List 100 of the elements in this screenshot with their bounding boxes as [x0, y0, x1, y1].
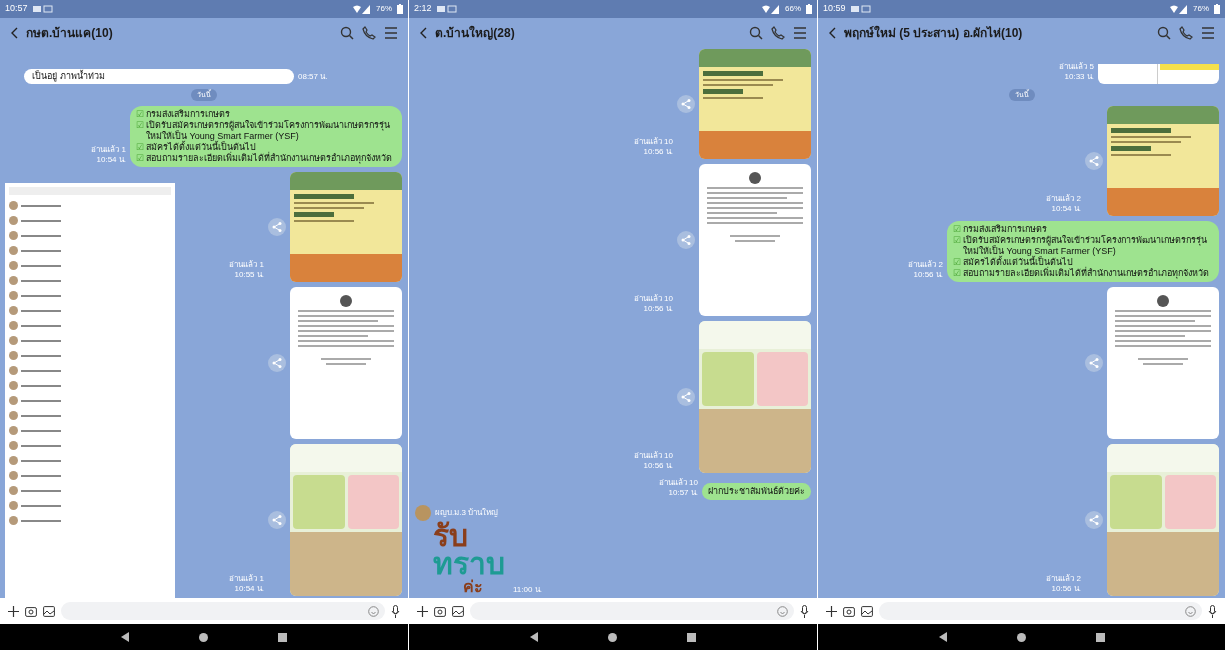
signal-icon — [353, 4, 371, 14]
status-time: 10:57 — [5, 2, 28, 16]
status-time: 10:59 — [823, 2, 846, 16]
home-icon[interactable] — [1016, 632, 1026, 642]
plus-icon[interactable] — [8, 605, 19, 617]
battery-icon — [397, 4, 403, 14]
back-icon[interactable] — [121, 632, 129, 642]
phone-icon[interactable] — [1179, 26, 1193, 40]
menu-icon[interactable] — [1201, 27, 1215, 39]
message-time: 10:54 น. — [234, 584, 264, 594]
recents-icon[interactable] — [1095, 632, 1105, 642]
recents-icon[interactable] — [687, 632, 696, 642]
battery-icon — [1214, 4, 1220, 14]
recents-icon[interactable] — [278, 632, 287, 642]
image-icon[interactable] — [452, 605, 464, 617]
check-icon: ☑ — [136, 153, 144, 164]
read-receipt: อ่านแล้ว 1 — [91, 145, 126, 155]
sticker-text: ทราบ — [433, 550, 505, 578]
status-time: 2:12 — [414, 2, 432, 16]
search-icon[interactable] — [1157, 26, 1171, 40]
battery-level: 76% — [376, 3, 392, 15]
message-line: สมัครได้ตั้งแต่วันนี้เป็นต้นไป — [146, 142, 256, 152]
message-time: 10:56 น. — [643, 304, 673, 314]
battery-icon — [806, 4, 812, 14]
battery-level: 66% — [785, 3, 801, 15]
read-receipt: อ่านแล้ว 10 — [633, 451, 673, 461]
read-receipt: อ่านแล้ว 2 — [1046, 574, 1081, 584]
message-time: 10:56 น. — [643, 147, 673, 157]
chat-title: กษต.บ้านแค(10) — [26, 25, 113, 42]
read-receipt: อ่านแล้ว 10 — [633, 294, 673, 304]
read-receipt: อ่านแล้ว 5 — [1059, 61, 1094, 72]
battery-level: 76% — [1193, 3, 1209, 15]
image-icon[interactable] — [861, 605, 873, 617]
message-time: 08:57 น. — [298, 71, 328, 82]
read-receipt: อ่านแล้ว 1 — [229, 574, 264, 584]
message-time: 10:56 น. — [643, 461, 673, 471]
read-receipt: อ่านแล้ว 2 — [908, 260, 943, 270]
message-line: สมัครได้ตั้งแต่วันนี้เป็นต้นไป — [963, 257, 1073, 267]
phone-icon[interactable] — [362, 26, 376, 40]
message-time: 10:55 น. — [234, 270, 264, 280]
notification-icons — [850, 5, 871, 13]
sticker-text: ค่ะ — [462, 578, 484, 596]
read-receipt: อ่านแล้ว 10 — [658, 478, 698, 488]
check-icon: ☑ — [136, 109, 144, 120]
message-input[interactable] — [61, 602, 385, 620]
message-line: เปิดรับสมัครเกษตรกรผู้สนใจเข้าร่วมโครงการพัฒนาเกษตรกรรุ่นใหม่ให้เป็น Young Smart Farmer (YSF) — [963, 235, 1208, 256]
message-time: 11:00 น. — [513, 584, 542, 596]
check-icon: ☑ — [136, 120, 144, 131]
chat-title: พฤกษ์ใหม่ (5 ประสาน) อ.ผักไห่(10) — [844, 24, 1023, 42]
message-line: สอบถามรายละเอียดเพิ่มเติมได้ที่สำนักงานเกษตรอำเภอทุกจังหวัด — [146, 153, 392, 164]
message-time: 10:54 น. — [1051, 204, 1081, 214]
message-text: ฝากประชาสัมพันธ์ด้วยค่ะ — [708, 486, 805, 496]
message-line: กรมส่งเสริมการเกษตร — [146, 109, 230, 120]
back-icon[interactable] — [530, 632, 538, 642]
microphone-icon[interactable] — [1208, 604, 1217, 618]
chat-title: ต.บ้านใหญ่(28) — [435, 24, 515, 42]
message-line: เปิดรับสมัครเกษตรกรผู้สนใจเข้าร่วมโครงการพัฒนาเกษตรกรรุ่นใหม่ให้เป็น Young Smart Farmer (YSF) — [146, 120, 391, 141]
camera-icon[interactable] — [843, 605, 855, 617]
read-receipt: อ่านแล้ว 2 — [1046, 194, 1081, 204]
sticker-text: รับ — [433, 522, 469, 550]
check-icon: ☑ — [953, 224, 961, 235]
microphone-icon[interactable] — [391, 604, 400, 618]
poster-image[interactable] — [290, 172, 402, 282]
poster-image[interactable] — [1107, 106, 1219, 216]
back-icon[interactable] — [419, 27, 427, 39]
plus-icon[interactable] — [826, 605, 837, 617]
search-icon[interactable] — [749, 26, 763, 40]
message-time: 10:56 น. — [1051, 584, 1081, 594]
back-icon[interactable] — [938, 632, 947, 642]
check-icon: ☑ — [953, 268, 961, 279]
message-line: สอบถามรายละเอียดเพิ่มเติมได้ที่สำนักงานเกษตรอำเภอทุกจังหวัด — [963, 268, 1209, 279]
message-time: 10:33 น. — [1064, 71, 1094, 82]
sender-name: ผญบ.ม.3 บ้านใหญ่ — [435, 507, 499, 519]
check-icon: ☑ — [953, 235, 961, 246]
poster-image[interactable] — [699, 49, 811, 159]
signal-icon — [1170, 4, 1188, 14]
message-input[interactable] — [879, 602, 1202, 620]
check-icon: ☑ — [953, 257, 961, 268]
phone-icon[interactable] — [771, 26, 785, 40]
notification-icons — [32, 5, 53, 13]
search-icon[interactable] — [340, 26, 354, 40]
back-icon[interactable] — [10, 27, 18, 39]
menu-icon[interactable] — [384, 27, 398, 39]
home-icon[interactable] — [199, 632, 208, 642]
signal-icon — [762, 4, 780, 14]
image-icon[interactable] — [43, 605, 55, 617]
screenshot-image[interactable] — [5, 183, 175, 598]
microphone-icon[interactable] — [800, 604, 809, 618]
menu-icon[interactable] — [793, 27, 807, 39]
read-receipt: อ่านแล้ว 10 — [633, 137, 673, 147]
camera-icon[interactable] — [25, 605, 37, 617]
camera-icon[interactable] — [434, 605, 446, 617]
message-time: 10:56 น. — [913, 270, 943, 280]
message-text: เป็นอยู่ ภาพน้ำท่วม — [32, 70, 105, 81]
read-receipt: อ่านแล้ว 1 — [229, 260, 264, 270]
message-input[interactable] — [470, 602, 794, 620]
plus-icon[interactable] — [417, 605, 428, 617]
home-icon[interactable] — [608, 632, 617, 642]
message-time: 10:54 น. — [96, 155, 126, 165]
back-icon[interactable] — [828, 27, 836, 39]
